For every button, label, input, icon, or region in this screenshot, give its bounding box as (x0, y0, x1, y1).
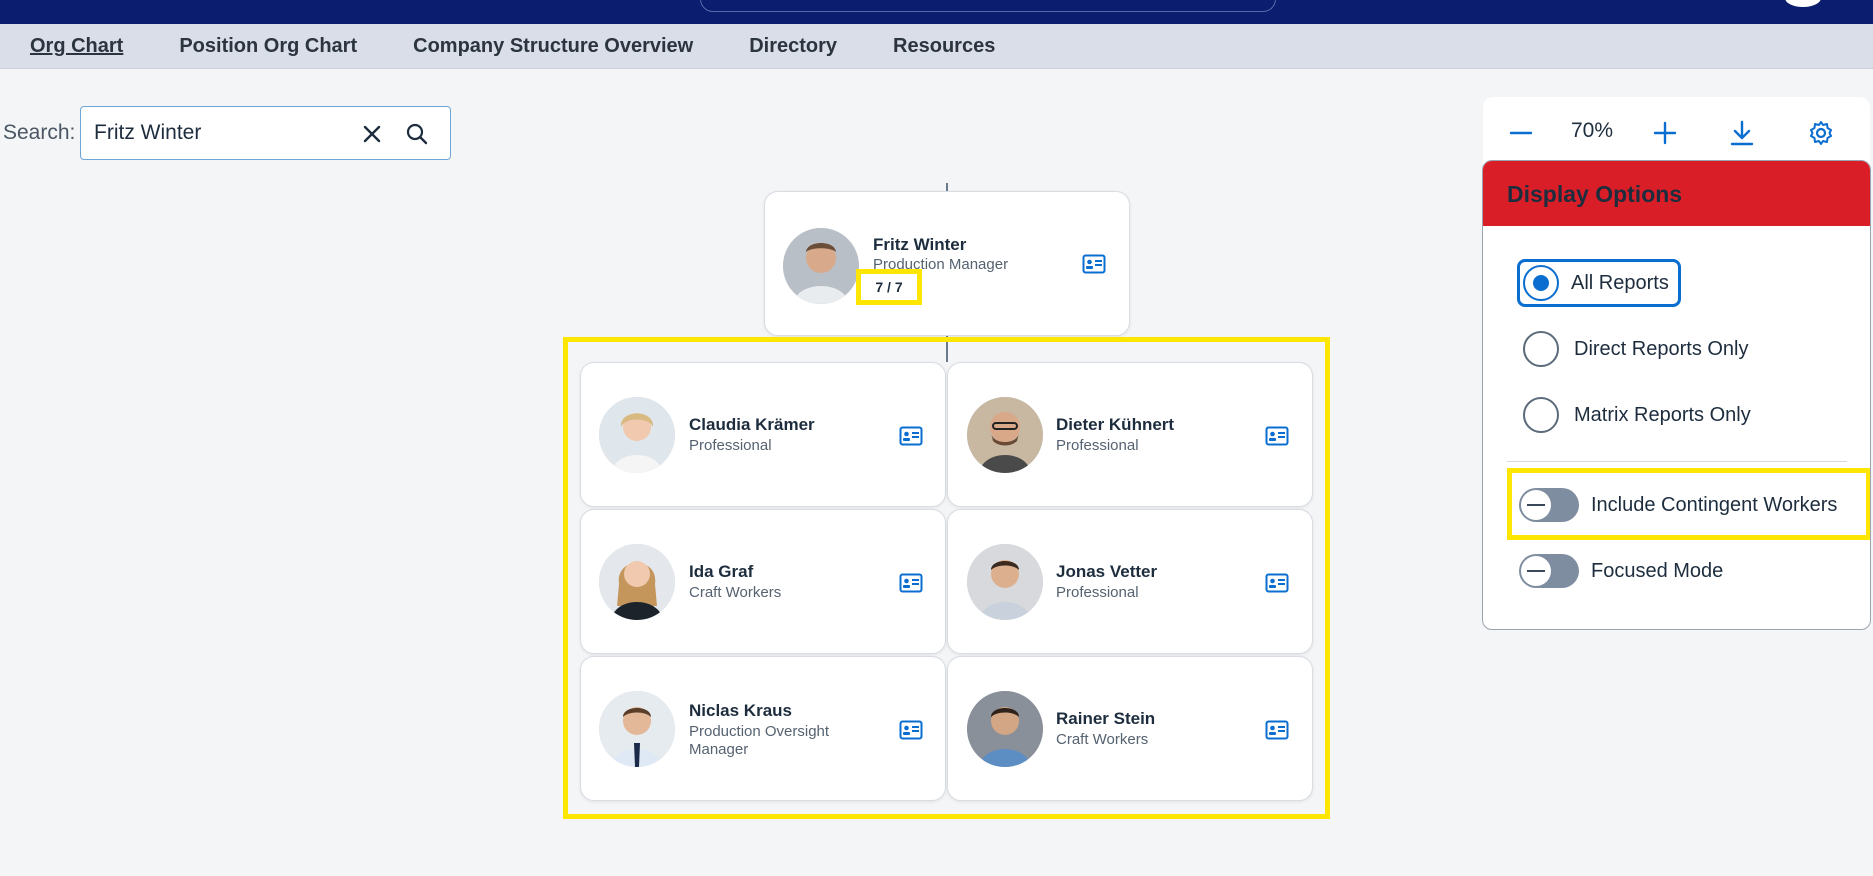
search-field (80, 106, 451, 160)
radio-label: Direct Reports Only (1574, 337, 1749, 360)
report-avatar (599, 544, 675, 620)
manager-card[interactable]: Fritz Winter Production Manager (764, 191, 1130, 336)
radio-button[interactable] (1523, 397, 1559, 433)
contact-card-icon[interactable] (899, 426, 923, 446)
manager-avatar (783, 228, 859, 304)
global-search-field[interactable] (700, 0, 1276, 12)
toggle-switch[interactable] (1519, 488, 1579, 522)
settings-gear-icon[interactable] (1805, 117, 1837, 149)
tab-directory[interactable]: Directory (749, 35, 837, 58)
radio-direct-reports-only[interactable]: Direct Reports Only (1523, 329, 1749, 369)
connector-line-middle (946, 336, 948, 362)
user-avatar[interactable] (1782, 0, 1824, 10)
zoom-out-icon[interactable] (1505, 117, 1537, 149)
radio-label: Matrix Reports Only (1574, 403, 1751, 426)
report-role: Professional (1056, 584, 1139, 601)
reports-count-badge[interactable]: 7 / 7 (856, 269, 922, 305)
tab-resources[interactable]: Resources (893, 35, 995, 58)
radio-button[interactable] (1523, 331, 1559, 367)
radio-button[interactable] (1523, 265, 1559, 301)
clear-icon[interactable] (357, 119, 387, 149)
toggle-label: Include Contingent Workers (1591, 493, 1838, 516)
toggle-include-contingent-workers[interactable]: Include Contingent Workers (1519, 485, 1837, 525)
contact-card-icon[interactable] (1265, 573, 1289, 593)
report-name: Rainer Stein (1056, 709, 1156, 728)
report-card[interactable]: Ida Graf Craft Workers (580, 509, 946, 654)
report-role: Craft Workers (689, 584, 782, 601)
tab-company-structure-overview[interactable]: Company Structure Overview (413, 35, 693, 58)
shell-bar (0, 0, 1873, 24)
report-card[interactable]: Niclas Kraus Production Oversight Manage… (580, 656, 946, 801)
contact-card-icon[interactable] (899, 720, 923, 740)
radio-all-reports[interactable]: All Reports (1523, 263, 1669, 303)
divider (1507, 461, 1847, 462)
panel-header: Display Options (1483, 161, 1870, 226)
report-card[interactable]: Dieter Kühnert Professional (947, 362, 1313, 507)
manager-name: Fritz Winter (873, 235, 967, 254)
zoom-in-icon[interactable] (1649, 117, 1681, 149)
report-avatar (967, 544, 1043, 620)
download-icon[interactable] (1726, 117, 1758, 149)
tab-org-chart[interactable]: Org Chart (30, 35, 123, 58)
report-name: Claudia Krämer (689, 415, 815, 434)
radio-label: All Reports (1571, 271, 1669, 294)
search-icon[interactable] (401, 119, 433, 149)
radio-matrix-reports-only[interactable]: Matrix Reports Only (1523, 395, 1751, 435)
report-role: Professional (1056, 437, 1139, 454)
report-name: Ida Graf (689, 562, 754, 581)
display-options-panel: Display Options All Reports Direct Repor… (1482, 160, 1871, 630)
report-avatar (599, 691, 675, 767)
report-name: Dieter Kühnert (1056, 415, 1175, 434)
chart-toolbar: 70% (1483, 97, 1870, 169)
toggle-label: Focused Mode (1591, 559, 1724, 582)
zoom-level: 70% (1571, 119, 1614, 142)
contact-card-icon[interactable] (1265, 426, 1289, 446)
toggle-switch[interactable] (1519, 554, 1579, 588)
tab-position-org-chart[interactable]: Position Org Chart (179, 35, 357, 58)
contact-card-icon[interactable] (1082, 254, 1106, 274)
report-avatar (599, 397, 675, 473)
report-name: Niclas Kraus (689, 701, 792, 720)
toggle-focused-mode[interactable]: Focused Mode (1519, 551, 1723, 591)
report-card[interactable]: Claudia Krämer Professional (580, 362, 946, 507)
report-role: Professional (689, 437, 772, 454)
report-card[interactable]: Rainer Stein Craft Workers (947, 656, 1313, 801)
report-card[interactable]: Jonas Vetter Professional (947, 509, 1313, 654)
panel-title: Display Options (1507, 181, 1683, 207)
search-label: Search: (3, 121, 76, 144)
report-role: Craft Workers (1056, 731, 1149, 748)
search-input[interactable] (94, 118, 354, 148)
contact-card-icon[interactable] (1265, 720, 1289, 740)
report-role: Production Oversight Manager (689, 723, 830, 758)
nav-bar: Org Chart Position Org Chart Company Str… (0, 24, 1873, 69)
contact-card-icon[interactable] (899, 573, 923, 593)
report-name: Jonas Vetter (1056, 562, 1158, 581)
report-avatar (967, 397, 1043, 473)
report-avatar (967, 691, 1043, 767)
